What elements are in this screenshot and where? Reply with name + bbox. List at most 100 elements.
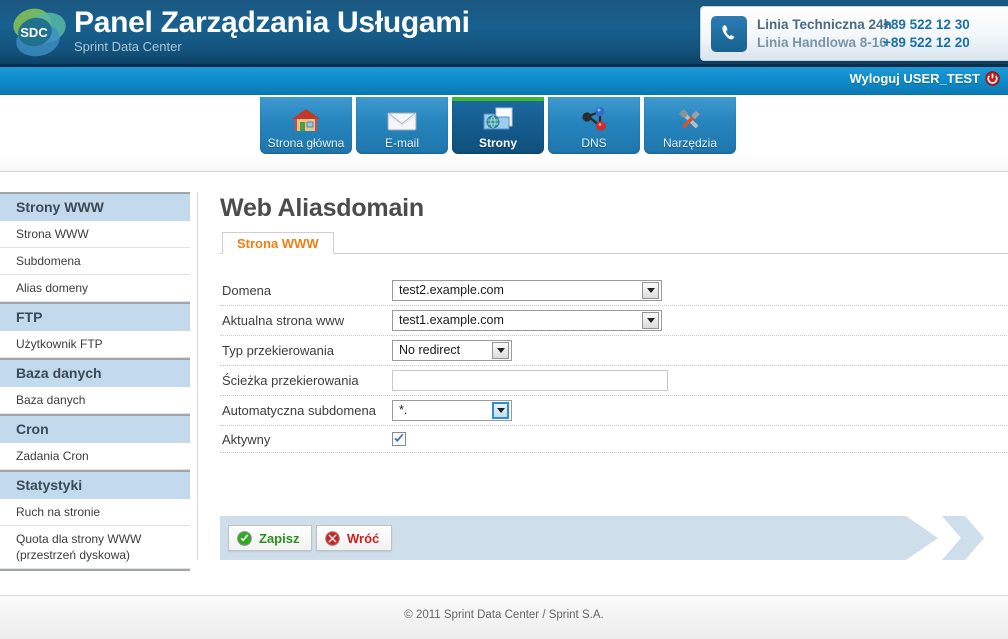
brand-block: Panel Zarządzania Usługami Sprint Data C…	[74, 4, 470, 54]
power-icon	[985, 71, 1000, 86]
nav-tab-label: E-mail	[384, 136, 419, 150]
app-subtitle: Sprint Data Center	[74, 39, 182, 54]
aktualna-strona-value: test1.example.com	[399, 313, 504, 327]
sales-line-number: +89 522 12 20	[883, 34, 970, 50]
nav-tab-email[interactable]: E-mail	[356, 97, 448, 154]
molecule-icon	[579, 104, 609, 134]
label-automatyczna-subdomena: Automatyczna subdomena	[220, 395, 392, 426]
tools-glyph	[679, 109, 700, 129]
action-bar-arrow-tip	[906, 516, 938, 560]
sidebar-item-subdomena[interactable]: Subdomena	[0, 248, 190, 275]
domena-value: test2.example.com	[399, 283, 504, 297]
nav-tab-strona-glowna[interactable]: Strona główna	[260, 97, 352, 154]
page-footer: © 2011 Sprint Data Center / Sprint S.A.	[0, 595, 1008, 639]
sidebar-item-uzytkownik-ftp[interactable]: Użytkownik FTP	[0, 331, 190, 358]
sidebar-item-quota[interactable]: Quota dla strony WWW (przestrzeń dyskowa…	[0, 526, 190, 569]
contact-line-sales: Linia Handlowa 8-16 +89 522 12 20	[757, 34, 970, 52]
svg-text:SDC: SDC	[20, 25, 48, 40]
main-navigation: Strona główna E-mail Strony DNS Narzędzi…	[0, 95, 1008, 172]
action-bar: Zapisz Wróć	[220, 516, 1008, 560]
automatyczna-subdomena-value: *.	[399, 403, 408, 417]
sidebar-group-cron[interactable]: Cron	[0, 414, 190, 443]
action-bar-chevron-1	[942, 516, 984, 560]
copyright-text: © 2011 Sprint Data Center / Sprint S.A.	[404, 609, 604, 621]
technical-line-number: +89 522 12 30	[883, 16, 970, 32]
sidebar-item-ruch-na-stronie[interactable]: Ruch na stronie	[0, 499, 190, 526]
page-title: Web Aliasdomain	[220, 194, 424, 222]
form-row-aktualna-strona: Aktualna strona www test1.example.com	[220, 305, 1007, 336]
nav-tab-strony[interactable]: Strony	[452, 97, 544, 154]
sidebar-group-baza-danych[interactable]: Baza danych	[0, 358, 190, 387]
aliasdomain-form: Domena test2.example.com Aktualna strona…	[220, 276, 1007, 453]
form-row-aktywny: Aktywny	[220, 425, 1007, 453]
app-root: SDC Panel Zarządzania Usługami Sprint Da…	[0, 0, 1008, 639]
label-typ-przekierowania: Typ przekierowania	[220, 335, 392, 366]
molecule-glyph	[582, 106, 606, 131]
nav-tab-label: Strona główna	[267, 136, 345, 150]
sidebar-group-ftp[interactable]: FTP	[0, 302, 190, 331]
sciezka-przekierowania-input[interactable]	[392, 370, 668, 391]
typ-przekierowania-value: No redirect	[399, 343, 461, 357]
domena-select[interactable]: test2.example.com	[392, 280, 662, 301]
check-circle-icon	[237, 530, 252, 546]
save-button-label: Zapisz	[259, 530, 300, 546]
contact-lines: Linia Techniczna 24h +89 522 12 30 Linia…	[757, 16, 970, 52]
contact-box: Linia Techniczna 24h +89 522 12 30 Linia…	[700, 6, 1008, 61]
automatyczna-subdomena-select[interactable]: *.	[392, 400, 512, 421]
utility-bar: Wyloguj USER_TEST	[0, 67, 1008, 95]
label-sciezka-przekierowania: Ścieżka przekierowania	[220, 365, 392, 396]
aktualna-strona-select[interactable]: test1.example.com	[392, 310, 662, 331]
envelope-glyph	[387, 112, 417, 131]
web-folder-glyph	[483, 107, 513, 130]
form-row-typ-przekierowania: Typ przekierowania No redirect	[220, 335, 1007, 366]
house-glyph	[292, 109, 320, 131]
form-row-sciezka: Ścieżka przekierowania	[220, 365, 1007, 396]
nav-tab-narzedzia[interactable]: Narzędzia	[644, 97, 736, 154]
chevron-down-icon[interactable]	[642, 312, 659, 329]
nav-tab-label: Narzędzia	[662, 136, 718, 150]
sidebar-item-alias-domeny[interactable]: Alias domeny	[0, 275, 190, 302]
main-content: Web Aliasdomain Strona WWW Domena test2.…	[220, 192, 1008, 453]
aktywny-checkbox[interactable]	[392, 431, 406, 446]
house-icon	[291, 104, 321, 134]
content-divider	[197, 192, 198, 560]
app-title: Panel Zarządzania Usługami	[74, 6, 470, 39]
label-domena: Domena	[220, 276, 392, 306]
chevron-down-icon[interactable]	[492, 402, 509, 419]
chevron-down-icon[interactable]	[642, 282, 659, 299]
envelope-icon	[386, 104, 418, 134]
back-button-label: Wróć	[347, 530, 380, 546]
x-circle-icon	[325, 530, 340, 546]
nav-tab-dns[interactable]: DNS	[548, 97, 640, 154]
sidebar-item-zadania-cron[interactable]: Zadania Cron	[0, 443, 190, 470]
sdc-logo: SDC	[8, 6, 70, 61]
tools-icon	[675, 104, 705, 134]
back-button[interactable]: Wróć	[316, 525, 393, 551]
app-header: SDC Panel Zarządzania Usługami Sprint Da…	[0, 0, 1008, 67]
phone-icon	[711, 15, 747, 52]
form-row-domena: Domena test2.example.com	[220, 276, 1007, 306]
label-aktywny: Aktywny	[220, 425, 392, 453]
sidebar-item-strona-www[interactable]: Strona WWW	[0, 221, 190, 248]
checkmark-icon	[394, 433, 404, 442]
sdc-logo-icon: SDC	[13, 8, 66, 57]
form-row-automatyczna-subdomena: Automatyczna subdomena *.	[220, 395, 1007, 426]
web-folder-icon	[482, 104, 514, 134]
sidebar-item-baza-danych[interactable]: Baza danych	[0, 387, 190, 414]
contact-line-technical: Linia Techniczna 24h +89 522 12 30	[757, 16, 970, 34]
sidebar-bottom-rule	[0, 569, 190, 571]
save-button[interactable]: Zapisz	[228, 525, 313, 551]
nav-tab-label: DNS	[581, 136, 607, 150]
technical-line-label: Linia Techniczna 24h	[757, 16, 892, 32]
content-tabstrip: Strona WWW	[220, 232, 1008, 254]
typ-przekierowania-select[interactable]: No redirect	[392, 340, 512, 361]
sidebar-group-statystyki[interactable]: Statystyki	[0, 470, 190, 499]
sales-line-label: Linia Handlowa 8-16	[757, 34, 887, 50]
content-tab-strona-www[interactable]: Strona WWW	[222, 232, 334, 254]
nav-tab-label: Strony	[478, 136, 517, 150]
sidebar-group-strony-www[interactable]: Strony WWW	[0, 194, 190, 221]
logout-label: Wyloguj USER_TEST	[849, 71, 981, 86]
sidebar: Strony WWW Strona WWW Subdomena Alias do…	[0, 192, 190, 571]
chevron-down-icon[interactable]	[492, 342, 509, 359]
logout-button[interactable]: Wyloguj USER_TEST	[850, 71, 1001, 86]
